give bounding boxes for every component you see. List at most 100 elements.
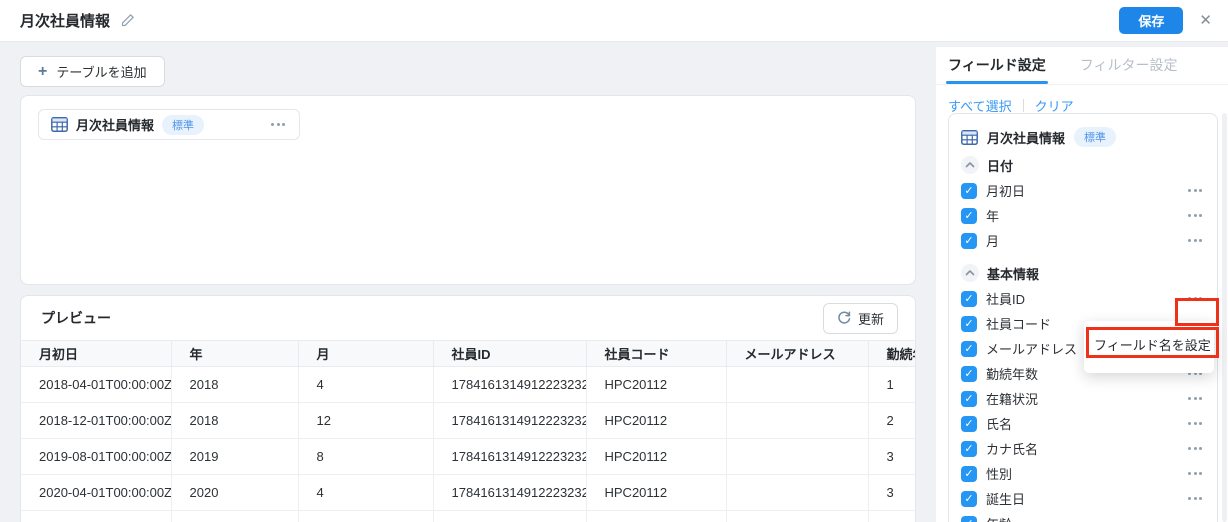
preview-table-row: 2018-04-01T00:00:00Z 2018 4 178416131491222… [21, 366, 915, 403]
tab-field-settings[interactable]: フィールド設定 [946, 55, 1048, 84]
table-cell: 1784161314912223232 [433, 474, 587, 511]
tab-filter-settings[interactable]: フィルター設定 [1080, 55, 1178, 84]
field-group-header[interactable]: 基本情報 [949, 260, 1217, 286]
table-cell: HPC20112 [586, 366, 727, 403]
field-checkbox-checked[interactable]: ✓ [961, 515, 977, 522]
sidebar-scrollbar[interactable] [1222, 113, 1227, 522]
field-checkbox-checked[interactable]: ✓ [961, 490, 977, 507]
sidebar-table-name: 月次社員情報 [987, 130, 1066, 146]
field-more-options-icon[interactable] [1186, 393, 1204, 404]
collapse-chevron-icon[interactable] [961, 156, 979, 174]
column-header: 年 [171, 340, 299, 367]
divider [1022, 99, 1024, 112]
field-checkbox-checked[interactable]: ✓ [961, 340, 977, 357]
field-label: 社員コード [986, 317, 1052, 332]
table-cell: 3 [868, 474, 915, 511]
preview-table-row: 2020-04-01T00:00:00Z 2020 4 178416131491222… [21, 474, 915, 511]
field-row: ✓ 性別 [949, 461, 1217, 486]
preview-header: プレビュー 更新 [21, 296, 915, 340]
field-more-options-icon[interactable] [1186, 518, 1204, 522]
field-more-options-icon[interactable] [1186, 418, 1204, 429]
field-label: 誕生日 [986, 492, 1026, 507]
table-cell: 2018 [171, 402, 299, 439]
sidebar: フィールド設定 フィルター設定 すべて選択 クリア 月次社員情報 標準 日付 ✓… [936, 47, 1228, 522]
table-cell [868, 510, 915, 522]
page-title: 月次社員情報 [20, 13, 111, 30]
column-header: 社員コード [586, 340, 727, 367]
field-context-menu: フィールド名を設定 [1084, 321, 1214, 373]
field-label: カナ氏名 [986, 442, 1039, 457]
add-table-button[interactable]: + テーブルを追加 [20, 56, 165, 87]
plus-icon: + [38, 62, 48, 80]
table-cell: 12 [298, 402, 434, 439]
field-checkbox-checked[interactable]: ✓ [961, 365, 977, 382]
field-checkbox-checked[interactable]: ✓ [961, 415, 977, 432]
field-checkbox-checked[interactable]: ✓ [961, 290, 977, 307]
sidebar-table-badge: 標準 [1074, 127, 1117, 147]
more-options-icon[interactable] [269, 119, 287, 130]
sidebar-tabs: フィールド設定 フィルター設定 [936, 47, 1228, 85]
table-cell: 1784161314912223232 [433, 510, 587, 522]
field-checkbox-checked[interactable]: ✓ [961, 390, 977, 407]
column-header: メールアドレス [726, 340, 869, 367]
table-cell: 4 [298, 366, 434, 403]
refresh-button[interactable]: 更新 [822, 302, 898, 334]
table-cell: 2 [868, 402, 915, 439]
column-header: 月初日 [21, 340, 172, 367]
table-cell: 1784161314912223232 [433, 366, 587, 403]
field-row: ✓ 年齢 [949, 511, 1217, 522]
table-cell: 2018 [171, 366, 299, 403]
field-label: 在籍状況 [986, 392, 1039, 407]
table-cell [726, 366, 869, 403]
field-checkbox-checked[interactable]: ✓ [961, 232, 977, 249]
sidebar-table-chip: 月次社員情報 標準 [949, 122, 1217, 152]
table-cell: HPC20112 [586, 438, 727, 475]
field-checkbox-checked[interactable]: ✓ [961, 315, 977, 332]
field-checkbox-checked[interactable]: ✓ [961, 207, 977, 224]
field-more-options-icon[interactable] [1186, 210, 1204, 221]
table-cell [726, 402, 869, 439]
preview-table-header-row: 月初日年月社員ID社員コードメールアドレス勤続年数 [21, 340, 915, 367]
field-group-header[interactable]: 日付 [949, 152, 1217, 178]
field-more-options-icon[interactable] [1186, 185, 1204, 196]
preview-table-row: 2018-12-01T00:00:00Z 2018 12 17841613149122… [21, 402, 915, 439]
edit-title-icon[interactable] [120, 13, 135, 28]
field-row: ✓ 在籍状況 [949, 386, 1217, 411]
field-row: ✓ 氏名 [949, 411, 1217, 436]
collapse-chevron-icon[interactable] [961, 264, 979, 282]
column-header: 月 [298, 340, 434, 367]
header: 月次社員情報 保存 ✕ [0, 0, 1228, 42]
field-checkbox-checked[interactable]: ✓ [961, 182, 977, 199]
field-label: 月 [986, 234, 1000, 249]
table-cell: 2020-04-01T00:00:00Z [21, 474, 172, 511]
table-cell: HPC20112 [586, 510, 727, 522]
table-cell: 2019-08-01T00:00:00Z [21, 438, 172, 475]
field-row: ✓ 月 [949, 228, 1217, 253]
field-more-options-icon[interactable] [1186, 443, 1204, 454]
field-more-options-icon[interactable] [1186, 493, 1204, 504]
field-row: ✓ 月初日 [949, 178, 1217, 203]
close-icon[interactable]: ✕ [1199, 13, 1212, 28]
field-label: メールアドレス [986, 342, 1078, 357]
table-cell: HPC20112 [586, 402, 727, 439]
field-row: ✓ 誕生日 [949, 486, 1217, 511]
table-cell: 2019 [171, 438, 299, 475]
field-label: 年 [986, 209, 1000, 224]
table-icon [51, 117, 68, 132]
field-more-options-icon[interactable] [1186, 235, 1204, 246]
field-more-options-icon[interactable] [1186, 468, 1204, 479]
table-cell: 4 [298, 474, 434, 511]
table-chip[interactable]: 月次社員情報 標準 [38, 109, 300, 140]
table-cell [726, 474, 869, 511]
field-more-options-icon[interactable] [1186, 293, 1204, 304]
field-group-label: 日付 [987, 158, 1014, 174]
field-checkbox-checked[interactable]: ✓ [961, 440, 977, 457]
preview-table: 月初日年月社員ID社員コードメールアドレス勤続年数2018-04-01T00:0… [21, 340, 915, 522]
save-button[interactable]: 保存 [1119, 7, 1184, 34]
field-label: 勤続年数 [986, 367, 1039, 382]
menu-item-set-field-name[interactable]: フィールド名を設定 [1089, 327, 1211, 365]
field-checkbox-checked[interactable]: ✓ [961, 465, 977, 482]
column-header: 社員ID [433, 340, 587, 367]
table-cell: 3 [868, 438, 915, 475]
field-label: 月初日 [986, 184, 1026, 199]
